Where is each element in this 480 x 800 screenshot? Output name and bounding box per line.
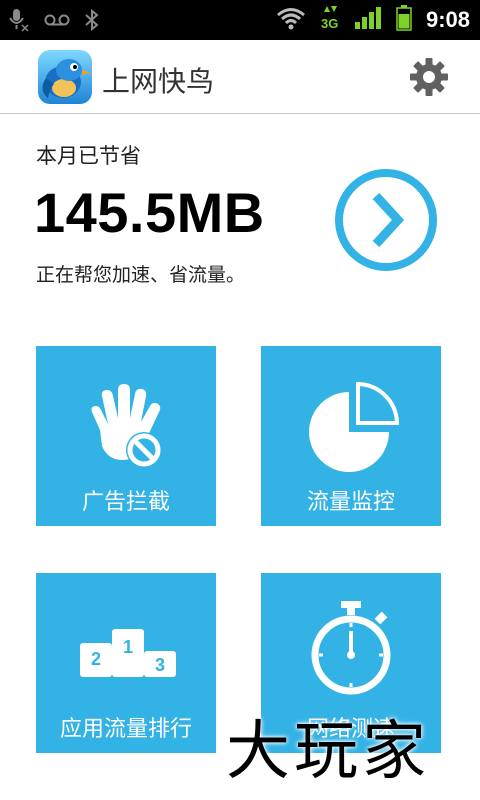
network-label: 3G	[321, 16, 338, 31]
podium-icon: 2 1 3	[80, 629, 176, 677]
status-bar: 3G 9:08	[0, 0, 480, 40]
svg-text:1: 1	[123, 637, 133, 657]
settings-button[interactable]	[408, 56, 450, 98]
tile-app-ranking-label: 应用流量排行	[59, 717, 192, 742]
tile-ad-block[interactable]: 广告拦截	[36, 346, 216, 526]
bird-logo-icon	[36, 48, 94, 106]
tile-app-ranking[interactable]: 2 1 3 应用流量排行	[36, 573, 216, 753]
hand-block-icon	[91, 384, 162, 468]
stopwatch-icon	[311, 601, 391, 695]
svg-text:3: 3	[155, 655, 165, 675]
wifi-icon	[276, 6, 306, 34]
mic-off-icon	[8, 8, 30, 38]
voicemail-icon	[44, 8, 70, 38]
status-right-icons: 3G 9:08	[276, 0, 470, 40]
saved-data-value: 145.5MB	[34, 181, 265, 244]
pie-chart-icon	[309, 381, 400, 472]
network-3g-icon: 3G	[320, 4, 340, 36]
signal-icon	[354, 6, 382, 34]
gear-icon	[410, 58, 448, 96]
svg-text:2: 2	[91, 649, 101, 669]
battery-icon	[396, 5, 412, 35]
saved-this-month-label: 本月已节省	[36, 144, 141, 168]
tile-traffic-monitor[interactable]: 流量监控	[261, 346, 441, 526]
saving-status-text: 正在帮您加速、省流量。	[36, 264, 246, 286]
watermark-text: 大玩家	[226, 715, 430, 789]
tile-traffic-monitor-label: 流量监控	[306, 490, 395, 515]
app-title: 上网快鸟	[102, 65, 215, 98]
status-time: 9:08	[425, 7, 470, 32]
app-header: 上网快鸟	[0, 40, 480, 114]
details-arrow-button[interactable]	[332, 166, 440, 274]
tile-ad-block-label: 广告拦截	[81, 490, 170, 515]
chevron-right-circle-icon	[335, 169, 437, 271]
status-left-icons	[8, 8, 100, 38]
bluetooth-icon	[84, 8, 100, 38]
